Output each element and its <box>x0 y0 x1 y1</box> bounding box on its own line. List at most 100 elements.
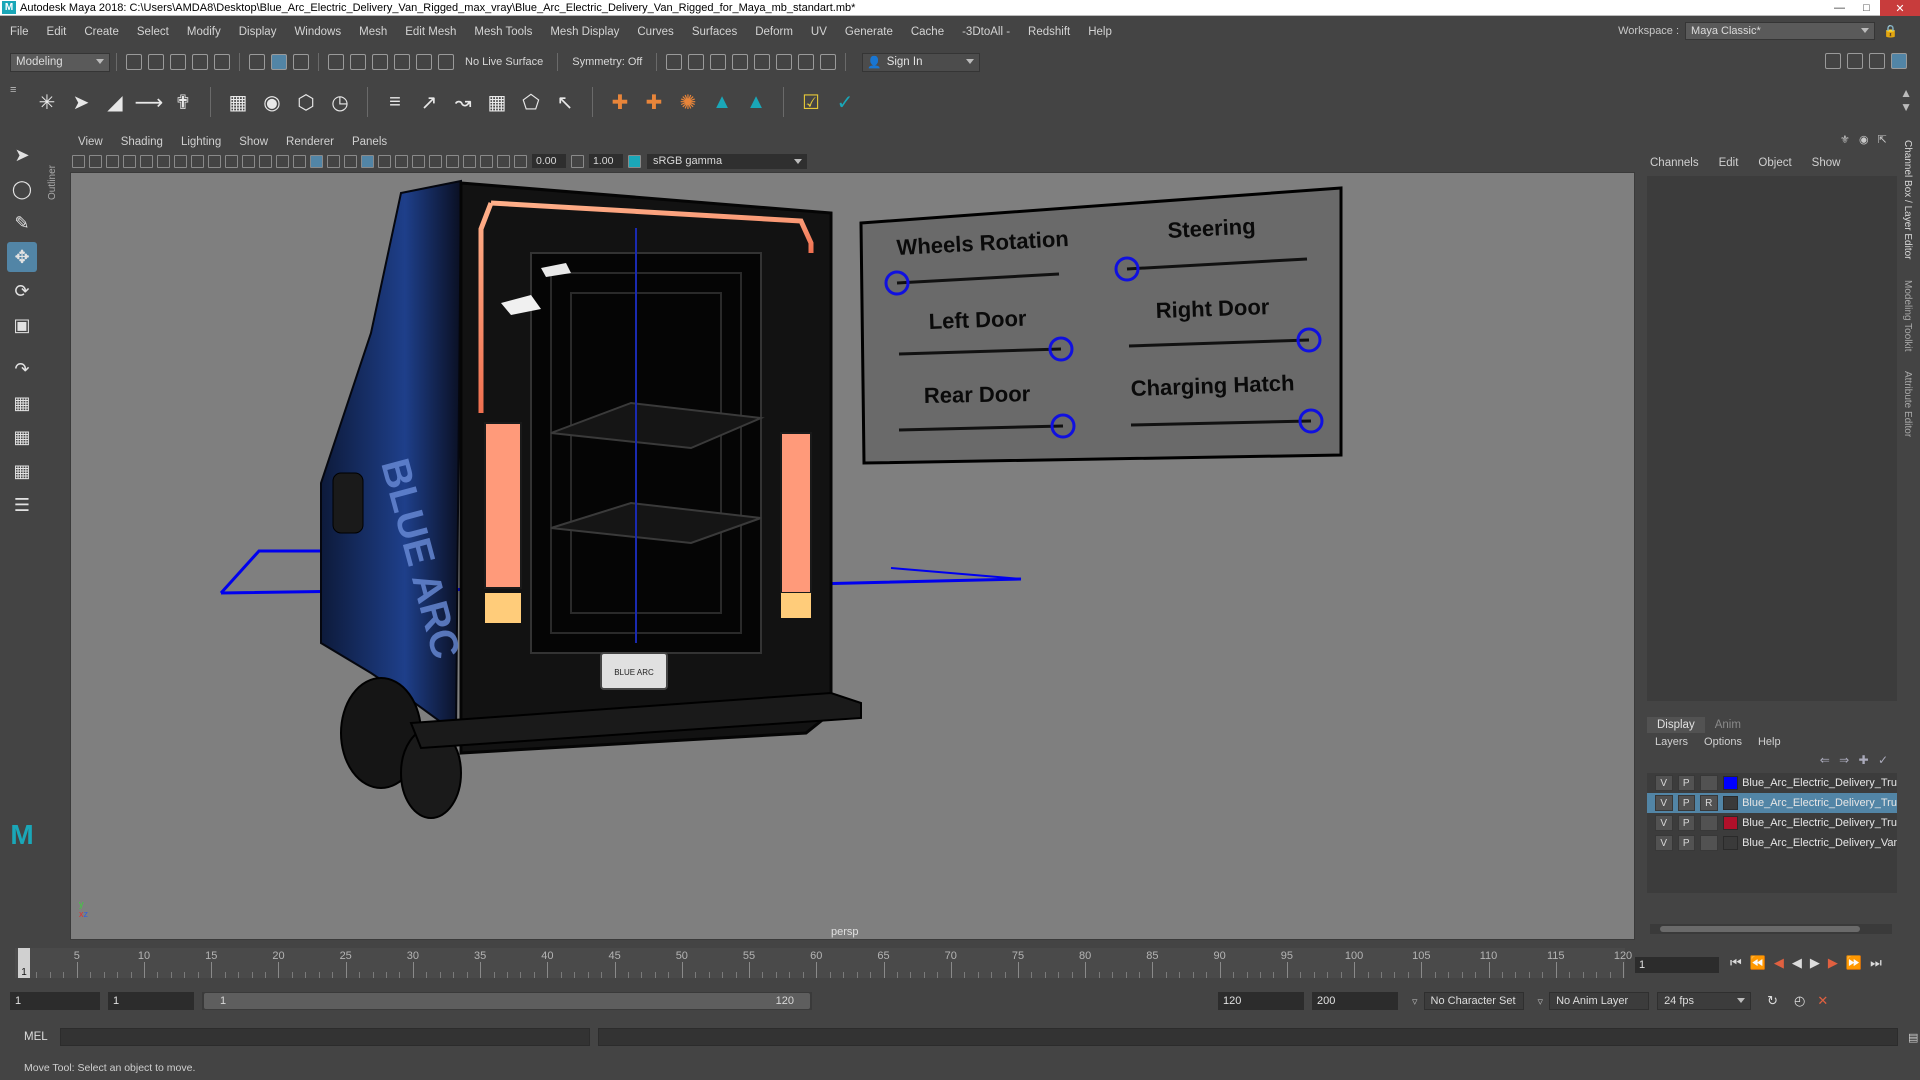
layer-playback-toggle[interactable]: P <box>1677 815 1695 831</box>
four-view-icon[interactable]: ▦ <box>7 422 37 452</box>
tab-display[interactable]: Display <box>1647 717 1705 733</box>
lattice-icon[interactable]: ⬡ <box>293 89 319 115</box>
layer-color-swatch[interactable] <box>1722 816 1739 830</box>
maximize-button[interactable]: □ <box>1853 0 1880 16</box>
panel-menu-renderer[interactable]: Renderer <box>278 136 344 148</box>
gamma-field[interactable]: 1.00 <box>589 154 623 168</box>
controls-board[interactable]: Wheels Rotation Steering Left Door Right… <box>859 186 1343 465</box>
menu-mesh-display[interactable]: Mesh Display <box>540 26 627 38</box>
wrap-icon[interactable]: ◷ <box>327 89 353 115</box>
menu-surfaces[interactable]: Surfaces <box>682 26 745 38</box>
pole-vector-icon[interactable]: ↖ <box>552 89 578 115</box>
render-settings-icon[interactable] <box>732 54 749 70</box>
le-menu-help[interactable]: Help <box>1758 736 1781 748</box>
animation-end-field[interactable]: 200 <box>1312 992 1398 1010</box>
film-gate-icon[interactable] <box>191 154 204 168</box>
layer-visibility-toggle[interactable]: V <box>1655 775 1673 791</box>
layer-visibility-toggle[interactable]: V <box>1655 835 1673 851</box>
menu-modify[interactable]: Modify <box>177 26 229 38</box>
menu-edit[interactable]: Edit <box>37 26 75 38</box>
panel-menu-panels[interactable]: Panels <box>344 136 397 148</box>
pause-icon[interactable] <box>820 54 837 70</box>
layer-color-swatch[interactable] <box>1722 836 1739 850</box>
layer-display-type-toggle[interactable]: R <box>1700 795 1718 811</box>
channel-box-icon[interactable] <box>1891 53 1907 69</box>
layer-visibility-toggle[interactable]: V <box>1655 795 1673 811</box>
save-scene-icon[interactable] <box>170 54 186 70</box>
curve-tool-icon[interactable]: ⟶ <box>135 89 164 115</box>
color-management-icon[interactable] <box>628 154 641 168</box>
layer-horizontal-scrollbar[interactable] <box>1650 924 1892 934</box>
layer-display-type-toggle[interactable] <box>1700 835 1718 851</box>
single-perspective-icon[interactable]: ▦ <box>7 388 37 418</box>
layer-row[interactable]: V P R Blue_Arc_Electric_Delivery_Truc <box>1647 793 1897 813</box>
anti-aliasing-icon[interactable] <box>446 154 459 168</box>
point-constraint-icon[interactable]: ↝ <box>450 89 476 115</box>
undo-icon[interactable] <box>192 54 208 70</box>
cb-menu-object[interactable]: Object <box>1758 157 1791 169</box>
grid-icon[interactable] <box>174 154 187 168</box>
new-layer-icon[interactable]: ✚ <box>1859 753 1869 767</box>
resolution-gate-icon[interactable] <box>208 154 221 168</box>
menu-uv[interactable]: UV <box>801 26 835 38</box>
menu-help[interactable]: Help <box>1078 26 1120 38</box>
current-time-indicator[interactable]: 1 <box>18 948 30 978</box>
menu-generate[interactable]: Generate <box>835 26 901 38</box>
snap-curve-icon[interactable] <box>350 54 366 70</box>
layer-playback-toggle[interactable]: P <box>1677 835 1695 851</box>
snap-view-plane-icon[interactable] <box>394 54 410 70</box>
snap-point-icon[interactable] <box>372 54 388 70</box>
use-all-lights-icon[interactable] <box>378 154 391 168</box>
animation-start-field[interactable]: 1 <box>10 992 100 1010</box>
exposure-field[interactable]: 0.00 <box>532 154 566 168</box>
loop-icon[interactable]: ↻ <box>1767 993 1778 1009</box>
menu-select[interactable]: Select <box>127 26 177 38</box>
menu-file[interactable]: File <box>0 26 37 38</box>
outliner-layout-icon[interactable]: ☰ <box>7 490 37 520</box>
smooth-shade-icon[interactable] <box>310 154 323 168</box>
go-to-start-icon[interactable]: ⏮ <box>1730 955 1742 971</box>
go-to-end-icon[interactable]: ⏭ <box>1870 955 1882 971</box>
panel-menu-lighting[interactable]: Lighting <box>173 136 231 148</box>
xray-icon[interactable] <box>480 154 493 168</box>
tab-modeling-toolkit[interactable]: Modeling Toolkit <box>1902 280 1913 352</box>
range-slider[interactable]: 1 120 <box>202 992 812 1010</box>
new-scene-icon[interactable] <box>126 54 142 70</box>
layer-display-type-toggle[interactable] <box>1700 775 1718 791</box>
layer-name[interactable]: Blue_Arc_Electric_Delivery_Truc <box>1742 797 1897 809</box>
wireframe-on-shaded-icon[interactable] <box>344 154 357 168</box>
lock-icon[interactable]: 🔒 <box>1883 24 1898 38</box>
move-tool-icon[interactable]: ✥ <box>7 242 37 272</box>
tool-settings-icon[interactable] <box>1869 53 1885 69</box>
perspective-viewport[interactable]: BLUE ARC BLUE ARC Wheels Rotation Steeri… <box>70 172 1635 940</box>
field-chart-icon[interactable] <box>242 154 255 168</box>
symmetry-field[interactable]: Symmetry: Off <box>572 56 642 68</box>
select-hierarchy-icon[interactable] <box>249 54 265 70</box>
set-key-icon[interactable]: ☑ <box>798 89 824 115</box>
new-layer-selected-icon[interactable]: ✓ <box>1878 753 1888 767</box>
layer-playback-toggle[interactable]: P <box>1677 795 1695 811</box>
modeling-toolkit-icon[interactable] <box>1825 53 1841 69</box>
menu-redshift[interactable]: Redshift <box>1018 26 1078 38</box>
hik-icon[interactable]: ✟ <box>170 89 196 115</box>
gamma-icon[interactable] <box>571 154 584 168</box>
ik-handle-icon[interactable]: ➤ <box>68 89 94 115</box>
anim-layer-icon[interactable]: ▿ <box>1538 995 1544 1008</box>
snap-grid-icon[interactable] <box>328 54 344 70</box>
paint-weights-icon[interactable]: ◉ <box>259 89 285 115</box>
pin-icon[interactable]: ⚜ <box>1840 134 1850 146</box>
screen-space-ao-icon[interactable] <box>412 154 425 168</box>
range-slider-handle[interactable] <box>204 993 810 1009</box>
character-set-dropdown[interactable]: No Character Set <box>1423 992 1524 1010</box>
xray-joints-icon[interactable] <box>497 154 510 168</box>
layer-name[interactable]: Blue_Arc_Electric_Delivery_Truc <box>1742 777 1897 789</box>
gate-mask-icon[interactable] <box>225 154 238 168</box>
bind-skin-icon[interactable]: ▦ <box>225 89 251 115</box>
layer-row[interactable]: V P Blue_Arc_Electric_Delivery_Truc <box>1647 773 1897 793</box>
joint-tool-icon[interactable]: ◢ <box>102 89 128 115</box>
float-icon[interactable]: ⇱ <box>1878 134 1887 146</box>
snap-live-icon[interactable] <box>416 54 432 70</box>
time-slider[interactable]: 5 10 15 20 25 30 35 40 45 50 55 60 65 70 75 80 85 90 95 100… <box>15 948 1632 978</box>
cluster-icon[interactable]: ≡ <box>382 89 408 115</box>
select-tool-icon[interactable]: ➤ <box>7 140 37 170</box>
